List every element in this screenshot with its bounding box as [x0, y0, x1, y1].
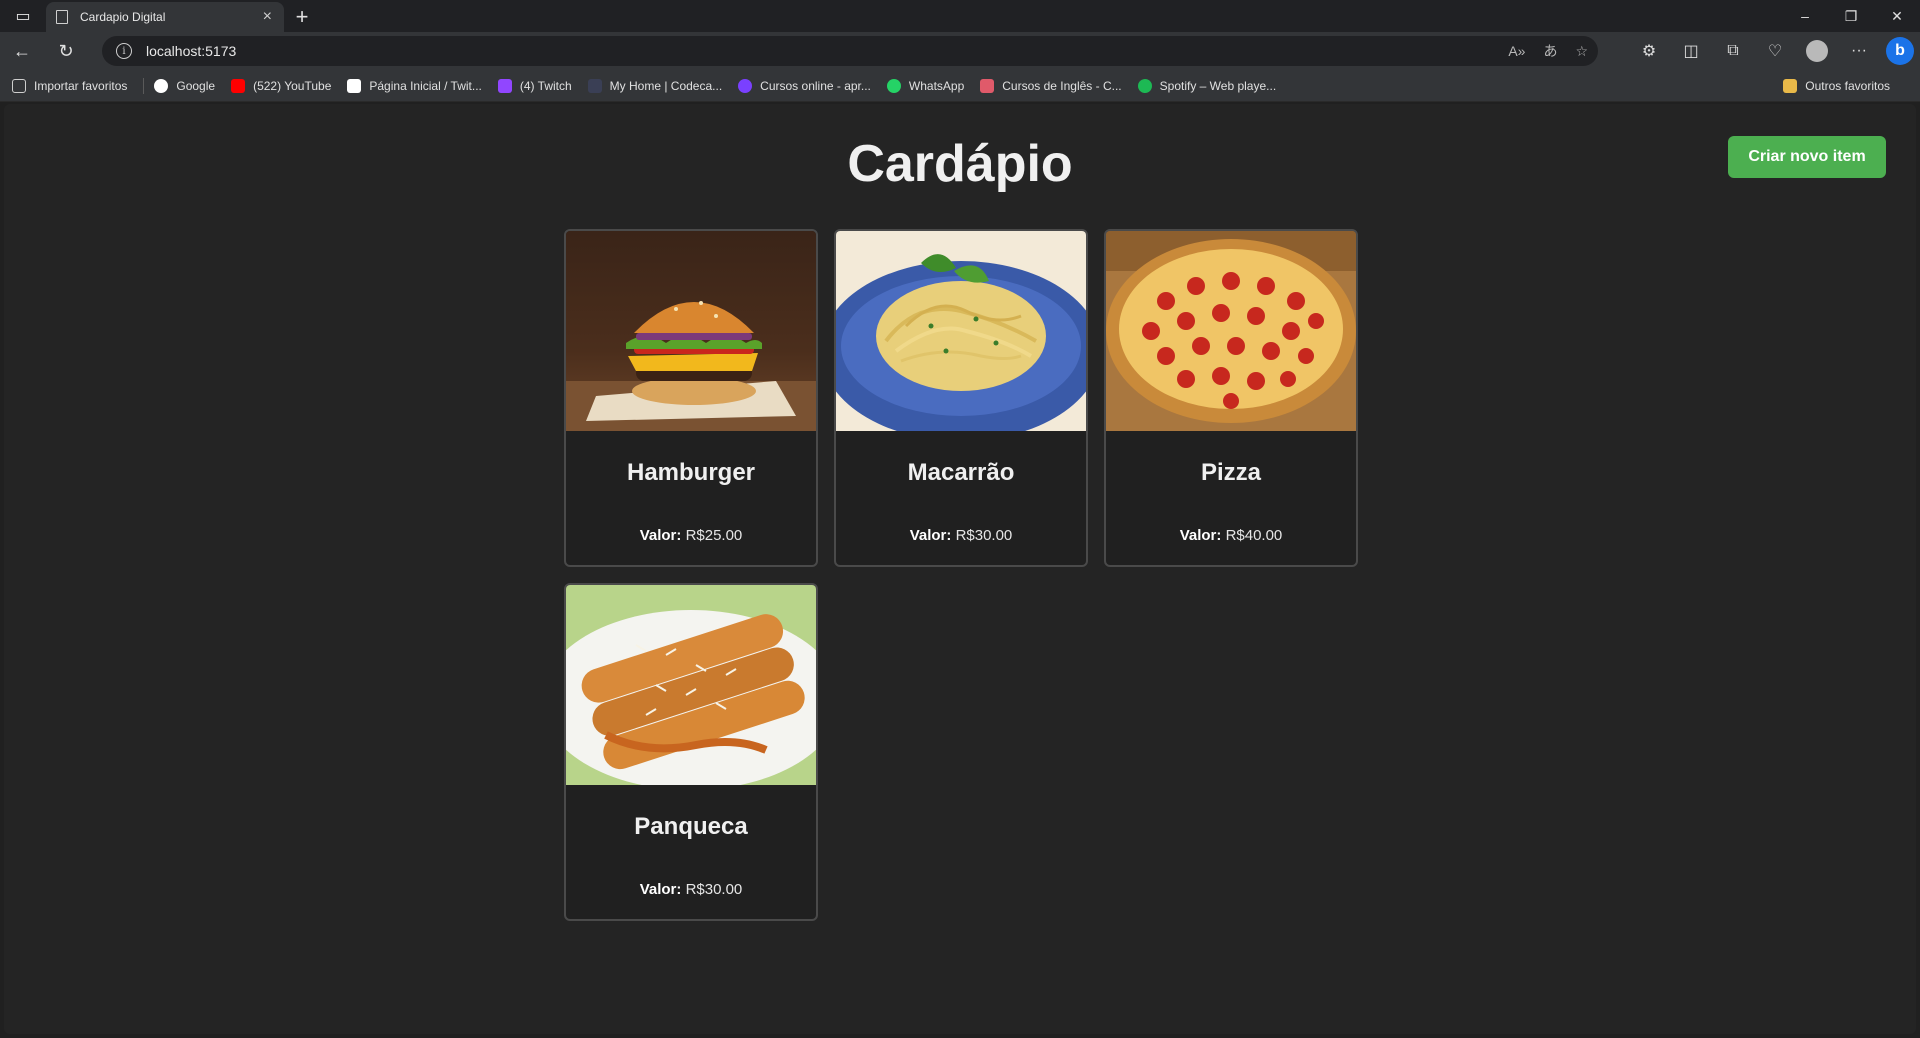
- address-bar-actions: A» あ ☆: [1508, 36, 1588, 66]
- cursos-icon: [738, 78, 753, 93]
- price-label: Valor:: [639, 881, 682, 898]
- browser-toolbar: ← ↻ i localhost:5173 A» あ ☆ ⚙ ◫ ⧉ ♡ ··· …: [0, 32, 1920, 70]
- read-aloud-icon[interactable]: A»: [1508, 43, 1525, 59]
- twitch-icon: [497, 78, 512, 93]
- codecademy-icon: [587, 78, 602, 93]
- item-name: Panqueca: [634, 813, 748, 840]
- tab-strip: ▭ Cardapio Digital × + – ❐ ✕: [0, 0, 1920, 32]
- page-icon: [56, 10, 68, 24]
- bookmark-twitch[interactable]: (4) Twitch: [497, 78, 572, 93]
- tab-actions-icon[interactable]: ▭: [0, 0, 46, 32]
- menu-card[interactable]: Hamburger Valor: R$25.00: [564, 229, 818, 567]
- reload-icon[interactable]: ↻: [44, 32, 88, 70]
- profile-avatar[interactable]: [1806, 40, 1828, 62]
- url-text: localhost:5173: [146, 43, 237, 59]
- pancake-image: [566, 585, 816, 785]
- item-name: Hamburger: [626, 459, 756, 486]
- other-favorites[interactable]: Outros favoritos: [1783, 78, 1890, 93]
- item-name: Macarrão: [907, 459, 1015, 486]
- address-bar[interactable]: i localhost:5173 A» あ ☆: [102, 36, 1598, 66]
- menu-grid: Hamburger Valor: R$25.00 Macarrão Valor:…: [564, 229, 1364, 921]
- price-value: R$25.00: [685, 527, 743, 544]
- bookmark-youtube[interactable]: (522) YouTube: [231, 78, 331, 93]
- x-icon: [347, 78, 362, 93]
- pizza-image: [1106, 231, 1356, 431]
- create-item-button[interactable]: Criar novo item: [1728, 136, 1886, 178]
- back-icon[interactable]: ←: [0, 32, 44, 70]
- item-price: Valor: R$30.00: [910, 527, 1013, 544]
- browser-essentials-icon[interactable]: ♡: [1754, 32, 1796, 70]
- collections-icon[interactable]: ⧉: [1712, 32, 1754, 70]
- item-name: Pizza: [1200, 459, 1262, 486]
- menu-card[interactable]: Panqueca Valor: R$30.00: [564, 583, 818, 921]
- bookmark-codecademy[interactable]: My Home | Codeca...: [587, 78, 722, 93]
- extensions-icon[interactable]: ⚙: [1628, 32, 1670, 70]
- menu-card[interactable]: Pizza Valor: R$40.00: [1104, 229, 1358, 567]
- whatsapp-icon: [886, 78, 901, 93]
- burger-image: [566, 231, 816, 431]
- price-label: Valor:: [639, 527, 682, 544]
- page-title: Cardápio: [847, 135, 1073, 193]
- favorite-star-icon[interactable]: ☆: [1575, 43, 1588, 60]
- price-value: R$40.00: [1225, 527, 1283, 544]
- tab-title: Cardapio Digital: [80, 10, 166, 24]
- new-tab-button[interactable]: +: [284, 2, 320, 32]
- google-icon: [154, 78, 169, 93]
- price-label: Valor:: [909, 527, 952, 544]
- bookmark-twitter[interactable]: Página Inicial / Twit...: [347, 78, 482, 93]
- site-info-icon[interactable]: i: [116, 43, 132, 59]
- close-window-icon[interactable]: ✕: [1874, 0, 1920, 32]
- menu-card[interactable]: Macarrão Valor: R$30.00: [834, 229, 1088, 567]
- import-icon: [12, 78, 26, 93]
- pasta-image: [836, 231, 1086, 431]
- bookmark-cursos-online[interactable]: Cursos online - apr...: [738, 78, 871, 93]
- tab-cardapio[interactable]: Cardapio Digital ×: [46, 2, 284, 32]
- minimize-icon[interactable]: –: [1782, 0, 1828, 32]
- close-tab-icon[interactable]: ×: [261, 9, 274, 25]
- price-label: Valor:: [1179, 527, 1222, 544]
- bookmark-spotify[interactable]: Spotify – Web playe...: [1137, 78, 1276, 93]
- bookmark-cursos-ingles[interactable]: Cursos de Inglês - C...: [980, 78, 1122, 93]
- price-value: R$30.00: [955, 527, 1013, 544]
- toolbar-actions: ⚙ ◫ ⧉ ♡ ··· b: [1628, 32, 1914, 70]
- copilot-icon[interactable]: b: [1886, 37, 1914, 65]
- translate-icon[interactable]: あ: [1543, 41, 1557, 61]
- bookmarks-bar: Importar favoritos Google (522) YouTube …: [0, 70, 1920, 102]
- window-controls: – ❐ ✕: [1782, 0, 1920, 32]
- page-viewport: Cardápio Criar novo item Hamburger Valor…: [4, 104, 1916, 1034]
- item-price: Valor: R$40.00: [1180, 527, 1283, 544]
- bookmark-whatsapp[interactable]: WhatsApp: [886, 78, 964, 93]
- bookmark-google[interactable]: Google: [154, 78, 215, 93]
- spotify-icon: [1137, 78, 1152, 93]
- folder-icon: [1783, 78, 1798, 93]
- item-price: Valor: R$25.00: [640, 527, 743, 544]
- youtube-icon: [231, 78, 246, 93]
- restore-icon[interactable]: ❐: [1828, 0, 1874, 32]
- price-value: R$30.00: [685, 881, 743, 898]
- split-screen-icon[interactable]: ◫: [1670, 32, 1712, 70]
- english-course-icon: [980, 78, 995, 93]
- bookmarks-divider: [143, 77, 145, 94]
- bookmark-import[interactable]: Importar favoritos: [12, 78, 127, 93]
- more-options-icon[interactable]: ···: [1838, 32, 1880, 70]
- item-price: Valor: R$30.00: [640, 881, 743, 898]
